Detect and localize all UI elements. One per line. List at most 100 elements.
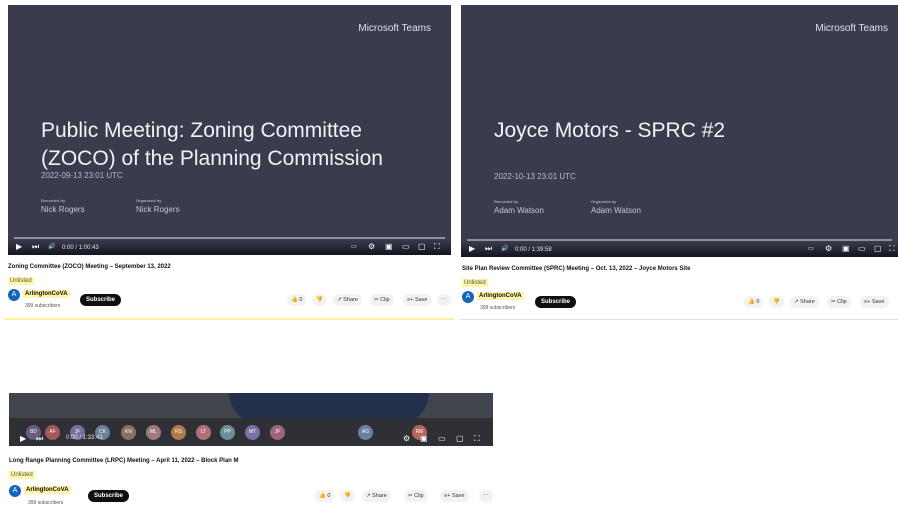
video-title[interactable]: Long Range Planning Committee (LRPC) Mee… bbox=[9, 458, 239, 464]
recorded-by-name: Nick Rogers bbox=[41, 205, 85, 214]
video-player-sprc[interactable]: Microsoft Teams Joyce Motors - SPRC #2 2… bbox=[461, 5, 898, 257]
like-icon: 👍 bbox=[291, 297, 298, 303]
miniplayer-icon[interactable]: ▣ bbox=[385, 242, 393, 252]
fullscreen-icon[interactable]: ⛶ bbox=[434, 242, 440, 252]
recorded-by: Recorded by Adam Watson bbox=[494, 199, 544, 215]
avatar[interactable]: A bbox=[8, 289, 20, 301]
dislike-button[interactable]: 👎 bbox=[312, 294, 327, 306]
visibility-badge: Unlisted bbox=[9, 471, 35, 479]
channel-name[interactable]: ArlingtonCoVA bbox=[23, 290, 70, 298]
dislike-button[interactable]: 👎 bbox=[769, 296, 784, 308]
settings-icon[interactable]: ⚙ bbox=[368, 242, 375, 252]
channel-name[interactable]: ArlingtonCoVA bbox=[477, 292, 524, 300]
clip-label: Clip bbox=[414, 493, 424, 499]
save-button[interactable]: ≡+ Save bbox=[403, 294, 432, 306]
play-icon[interactable]: ▶ bbox=[20, 434, 26, 444]
cast-icon[interactable]: ▢ bbox=[456, 434, 464, 444]
video-player-zoco[interactable]: Microsoft Teams Public Meeting: Zoning C… bbox=[8, 5, 451, 255]
participant-avatar: ML bbox=[146, 425, 161, 440]
share-button[interactable]: ↗ Share bbox=[362, 490, 391, 502]
share-label: Share bbox=[800, 299, 815, 305]
volume-icon[interactable]: 🔊 bbox=[501, 244, 508, 254]
more-icon: ⋯ bbox=[441, 297, 447, 303]
play-icon[interactable]: ▶ bbox=[469, 244, 475, 254]
time-display: 0:00 / 1:00:43 bbox=[62, 245, 99, 251]
save-icon: ≡+ bbox=[407, 297, 414, 303]
captions-icon[interactable]: ▭ bbox=[351, 242, 357, 252]
organized-by: Organized by Nick Rogers bbox=[136, 198, 180, 214]
time-display: 0:00 / 1:33:43 bbox=[66, 435, 103, 441]
share-label: Share bbox=[343, 297, 358, 303]
participant-avatar: LT bbox=[196, 425, 211, 440]
time-display: 0:00 / 1:39:58 bbox=[515, 247, 552, 253]
save-label: Save bbox=[451, 493, 465, 499]
subscribe-button[interactable]: Subscribe bbox=[88, 490, 130, 502]
visibility-badge: Unlisted bbox=[462, 279, 488, 287]
like-count: 0 bbox=[327, 493, 331, 499]
miniplayer-icon[interactable]: ▣ bbox=[842, 244, 850, 254]
visibility-badge: Unlisted bbox=[8, 277, 34, 285]
share-icon: ↗ bbox=[337, 297, 342, 303]
cast-icon[interactable]: ▢ bbox=[418, 242, 426, 252]
next-icon[interactable]: ⏭ bbox=[36, 434, 43, 444]
dislike-icon: 👎 bbox=[344, 493, 351, 499]
next-icon[interactable]: ⏭ bbox=[485, 244, 492, 254]
save-icon: ≡+ bbox=[444, 493, 451, 499]
fullscreen-icon[interactable]: ⛶ bbox=[889, 244, 895, 254]
like-button[interactable]: 👍 0 bbox=[287, 294, 307, 306]
clip-button[interactable]: ✂ Clip bbox=[370, 294, 394, 306]
save-label: Save bbox=[414, 297, 428, 303]
share-icon: ↗ bbox=[794, 299, 799, 305]
like-button[interactable]: 👍 0 bbox=[315, 490, 335, 502]
next-icon[interactable]: ⏭ bbox=[32, 242, 39, 252]
dislike-icon: 👎 bbox=[773, 299, 780, 305]
channel-name[interactable]: ArlingtonCoVA bbox=[24, 486, 71, 494]
avatar[interactable]: A bbox=[462, 291, 474, 303]
subscribe-button[interactable]: Subscribe bbox=[80, 294, 122, 306]
share-button[interactable]: ↗ Share bbox=[333, 294, 362, 306]
share-button[interactable]: ↗ Share bbox=[790, 296, 819, 308]
recorded-by-label: Recorded by bbox=[41, 198, 66, 203]
share-icon: ↗ bbox=[366, 493, 371, 499]
subscribe-button[interactable]: Subscribe bbox=[535, 296, 577, 308]
teams-brand-label: Microsoft Teams bbox=[358, 23, 431, 34]
share-label: Share bbox=[372, 493, 387, 499]
slide-title-line1: Public Meeting: Zoning Committee bbox=[41, 119, 362, 142]
save-button[interactable]: ≡+ Save bbox=[860, 296, 889, 308]
theater-icon[interactable]: ▭ bbox=[858, 244, 866, 254]
more-button[interactable]: ⋯ bbox=[437, 294, 451, 306]
cast-icon[interactable]: ▢ bbox=[874, 244, 882, 254]
more-button[interactable]: ⋯ bbox=[479, 490, 493, 502]
clip-icon: ✂ bbox=[831, 299, 836, 305]
theater-icon[interactable]: ▭ bbox=[402, 242, 410, 252]
save-button[interactable]: ≡+ Save bbox=[440, 490, 469, 502]
video-title[interactable]: Site Plan Review Committee (SPRC) Meetin… bbox=[462, 266, 690, 272]
volume-icon[interactable]: 🔊 bbox=[48, 242, 55, 252]
clip-icon: ✂ bbox=[408, 493, 413, 499]
slide-title-line1: Joyce Motors - SPRC #2 bbox=[494, 119, 726, 142]
avatar[interactable]: A bbox=[9, 485, 21, 497]
like-icon: 👍 bbox=[748, 299, 755, 305]
participant-avatar: AG bbox=[358, 425, 373, 440]
save-label: Save bbox=[871, 299, 885, 305]
dislike-button[interactable]: 👎 bbox=[340, 490, 355, 502]
subscriber-count: 399 subscribers bbox=[480, 305, 516, 311]
miniplayer-icon[interactable]: ▣ bbox=[420, 434, 428, 444]
organized-by-name: Adam Watson bbox=[591, 206, 641, 215]
like-button[interactable]: 👍 0 bbox=[744, 296, 764, 308]
fullscreen-icon[interactable]: ⛶ bbox=[474, 434, 480, 444]
play-icon[interactable]: ▶ bbox=[16, 242, 22, 252]
settings-icon[interactable]: ⚙ bbox=[825, 244, 832, 254]
clip-button[interactable]: ✂ Clip bbox=[827, 296, 851, 308]
recorded-by-name: Adam Watson bbox=[494, 206, 544, 215]
participant-avatar: KN bbox=[121, 425, 136, 440]
organized-by: Organized by Adam Watson bbox=[591, 199, 641, 215]
slide-title-line2: (ZOCO) of the Planning Commission bbox=[41, 147, 383, 170]
video-title[interactable]: Zoning Committee (ZOCO) Meeting – Septem… bbox=[8, 264, 171, 270]
captions-icon[interactable]: ▭ bbox=[808, 244, 814, 254]
participant-avatar: RS bbox=[171, 425, 186, 440]
like-count: 0 bbox=[756, 299, 760, 305]
clip-button[interactable]: ✂ Clip bbox=[404, 490, 428, 502]
theater-icon[interactable]: ▭ bbox=[438, 434, 446, 444]
settings-icon[interactable]: ⚙ bbox=[403, 434, 410, 444]
